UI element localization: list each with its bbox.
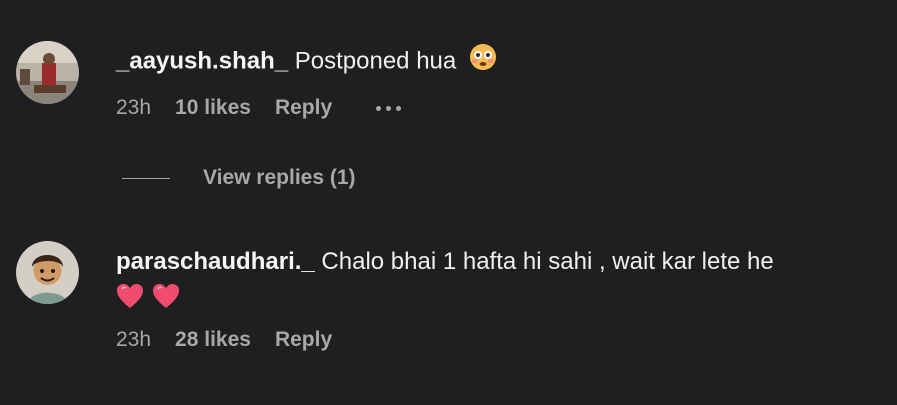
heart-icon [116,283,144,314]
reply-button[interactable]: Reply [275,328,332,352]
flushed-face-icon [469,43,497,81]
comment-body: _aayush.shah_ Postponed hua 23h 10 likes [116,43,497,120]
more-options-icon[interactable] [376,105,402,111]
comment-time: 23h [116,96,152,119]
reply-button[interactable]: Reply [275,96,332,120]
avatar[interactable] [16,41,79,104]
avatar[interactable] [16,241,79,304]
comment-time: 23h [116,328,152,351]
view-replies-button[interactable]: View replies (1) [122,166,356,190]
comment-username[interactable]: _aayush.shah_ [116,47,288,74]
comment-body: paraschaudhari._ Chalo bhai 1 hafta hi s… [116,245,774,352]
comment-username[interactable]: paraschaudhari._ [116,248,315,275]
view-replies-divider [122,177,170,179]
comment-emojis [116,283,774,314]
comment-text: Chalo bhai 1 hafta hi sahi , wait kar le… [321,248,774,275]
comment-text-line: _aayush.shah_ Postponed hua [116,43,497,81]
comment-meta: 23h 28 likes Reply [116,328,774,352]
comment-likes[interactable]: 28 likes [175,328,251,352]
view-replies-label: View replies (1) [203,166,356,189]
heart-icon [152,283,180,314]
comment-text-line: paraschaudhari._ Chalo bhai 1 hafta hi s… [116,245,774,279]
comment-meta: 23h 10 likes Reply [116,96,497,120]
comment-likes[interactable]: 10 likes [175,96,251,120]
comment-text: Postponed hua [294,47,457,75]
